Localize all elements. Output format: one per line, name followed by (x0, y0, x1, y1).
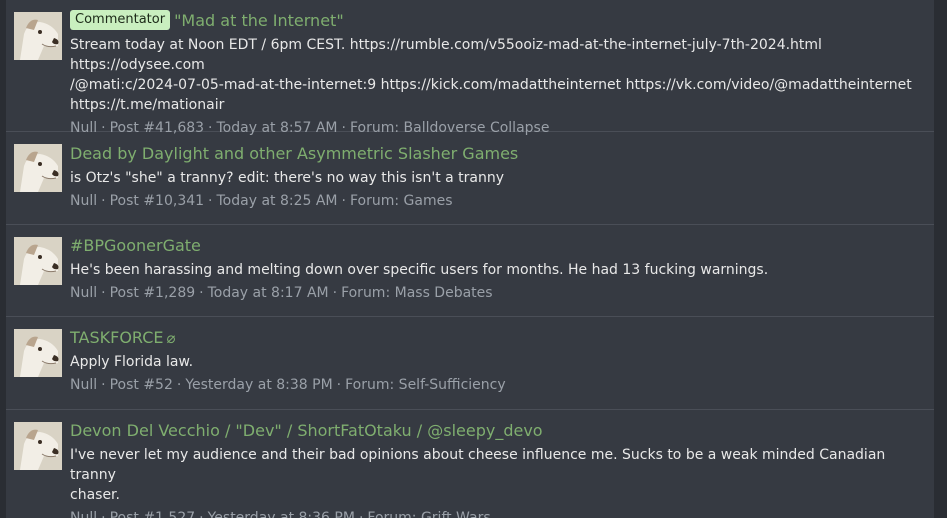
meta-separator: · (101, 377, 106, 393)
post-snippet[interactable]: Apply Florida law. (70, 352, 924, 372)
avatar[interactable] (14, 422, 62, 470)
snippet-line: chaser. (70, 487, 120, 503)
author-link[interactable]: Null (70, 377, 97, 393)
forum-link[interactable]: Forum: Grift Wars (367, 510, 490, 518)
meta-separator: · (208, 193, 213, 209)
forum-link[interactable]: Forum: Games (350, 193, 453, 209)
result-row: Dead by Daylight and other Asymmetric Sl… (6, 132, 934, 225)
meta-separator: · (176, 377, 182, 393)
avatar[interactable] (14, 12, 62, 60)
snippet-line: is Otz's "she" a tranny? edit: there's n… (70, 170, 505, 186)
dog-avatar-icon (14, 12, 62, 60)
post-time: Today at 8:17 AM (207, 285, 329, 301)
avatar[interactable] (14, 237, 62, 285)
result-row: Devon Del Vecchio / "Dev" / ShortFatOtak… (6, 410, 934, 518)
result-meta: Null · Post #10,341 · Today at 8:25 AM · Forum… (70, 191, 924, 211)
forum-link[interactable]: Forum: Self-Sufficiency (345, 377, 506, 393)
snippet-line: /@mati:c/2024-07-05-mad-at-the-internet:… (70, 77, 912, 93)
thread-title-link[interactable]: Devon Del Vecchio / "Dev" / ShortFatOtak… (70, 421, 543, 440)
title-line: Commentator "Mad at the Internet" (70, 9, 924, 33)
meta-separator: · (101, 510, 106, 518)
post-snippet[interactable]: He's been harassing and melting down ove… (70, 260, 924, 280)
meta-separator: · (341, 193, 346, 209)
result-content: #BPGoonerGate He's been harassing and me… (70, 234, 924, 303)
snippet-line: https://t.me/mationair (70, 97, 225, 113)
result-content: TASKFORCE ⌀ Apply Florida law. Null · Post … (70, 326, 924, 395)
author-link[interactable]: Null (70, 285, 97, 301)
post-number: Post #10,341 (109, 193, 205, 209)
post-number: Post #52 (109, 377, 173, 393)
meta-separator: · (199, 285, 204, 301)
snippet-line: He's been harassing and melting down ove… (70, 262, 769, 278)
meta-separator: · (336, 377, 342, 393)
result-content: Commentator "Mad at the Internet" Stream … (70, 9, 924, 138)
title-line: #BPGoonerGate (70, 234, 924, 258)
thread-title-link[interactable]: "Mad at the Internet" (174, 11, 344, 30)
result-meta: Null · Post #1,527 · Yesterday at 8:36 PM · Fo… (70, 508, 924, 518)
dog-avatar-icon (14, 237, 62, 285)
dog-avatar-icon (14, 329, 62, 377)
post-snippet[interactable]: is Otz's "she" a tranny? edit: there's n… (70, 168, 924, 188)
forum-link[interactable]: Forum: Mass Debates (341, 285, 493, 301)
result-content: Devon Del Vecchio / "Dev" / ShortFatOtak… (70, 419, 924, 518)
meta-separator: · (358, 510, 364, 518)
meta-separator: · (199, 510, 204, 518)
meta-separator: · (101, 285, 106, 301)
result-row: Commentator "Mad at the Internet" Stream … (6, 0, 934, 136)
post-number: Post #1,527 (109, 510, 196, 518)
author-link[interactable]: Null (70, 510, 97, 518)
title-line: TASKFORCE ⌀ (70, 326, 924, 350)
result-meta: Null · Post #1,289 · Today at 8:17 AM · Forum:… (70, 283, 924, 303)
prefix-badge[interactable]: Commentator (70, 10, 171, 30)
post-time: Today at 8:25 AM (216, 193, 338, 209)
page-gutter-right (934, 0, 947, 518)
title-line: Dead by Daylight and other Asymmetric Sl… (70, 142, 924, 166)
post-snippet[interactable]: I've never let my audience and their bad… (70, 445, 924, 505)
title-line: Devon Del Vecchio / "Dev" / ShortFatOtak… (70, 419, 924, 443)
post-time: Yesterday at 8:38 PM (185, 377, 333, 393)
snippet-line: Apply Florida law. (70, 354, 194, 370)
result-content: Dead by Daylight and other Asymmetric Sl… (70, 142, 924, 211)
post-snippet[interactable]: Stream today at Noon EDT / 6pm CEST. htt… (70, 35, 924, 115)
thread-title-link[interactable]: #BPGoonerGate (70, 236, 201, 255)
author-link[interactable]: Null (70, 193, 97, 209)
avatar[interactable] (14, 144, 62, 192)
post-number: Post #1,289 (109, 285, 196, 301)
meta-separator: · (101, 193, 106, 209)
snippet-line: Stream today at Noon EDT / 6pm CEST. htt… (70, 37, 822, 73)
thread-title-link[interactable]: Dead by Daylight and other Asymmetric Sl… (70, 144, 518, 163)
thread-title-link[interactable]: TASKFORCE (70, 328, 164, 347)
search-results-list: Commentator "Mad at the Internet" Stream … (6, 0, 934, 518)
no-entry-icon: ⌀ (166, 329, 176, 347)
result-row: #BPGoonerGate He's been harassing and me… (6, 225, 934, 317)
result-row: TASKFORCE ⌀ Apply Florida law. Null · Post … (6, 317, 934, 410)
snippet-line: I've never let my audience and their bad… (70, 447, 886, 483)
post-time: Yesterday at 8:36 PM (207, 510, 355, 518)
dog-avatar-icon (14, 422, 62, 470)
avatar[interactable] (14, 329, 62, 377)
result-meta: Null · Post #52 · Yesterday at 8:38 PM · Forum… (70, 375, 924, 395)
dog-avatar-icon (14, 144, 62, 192)
meta-separator: · (332, 285, 338, 301)
